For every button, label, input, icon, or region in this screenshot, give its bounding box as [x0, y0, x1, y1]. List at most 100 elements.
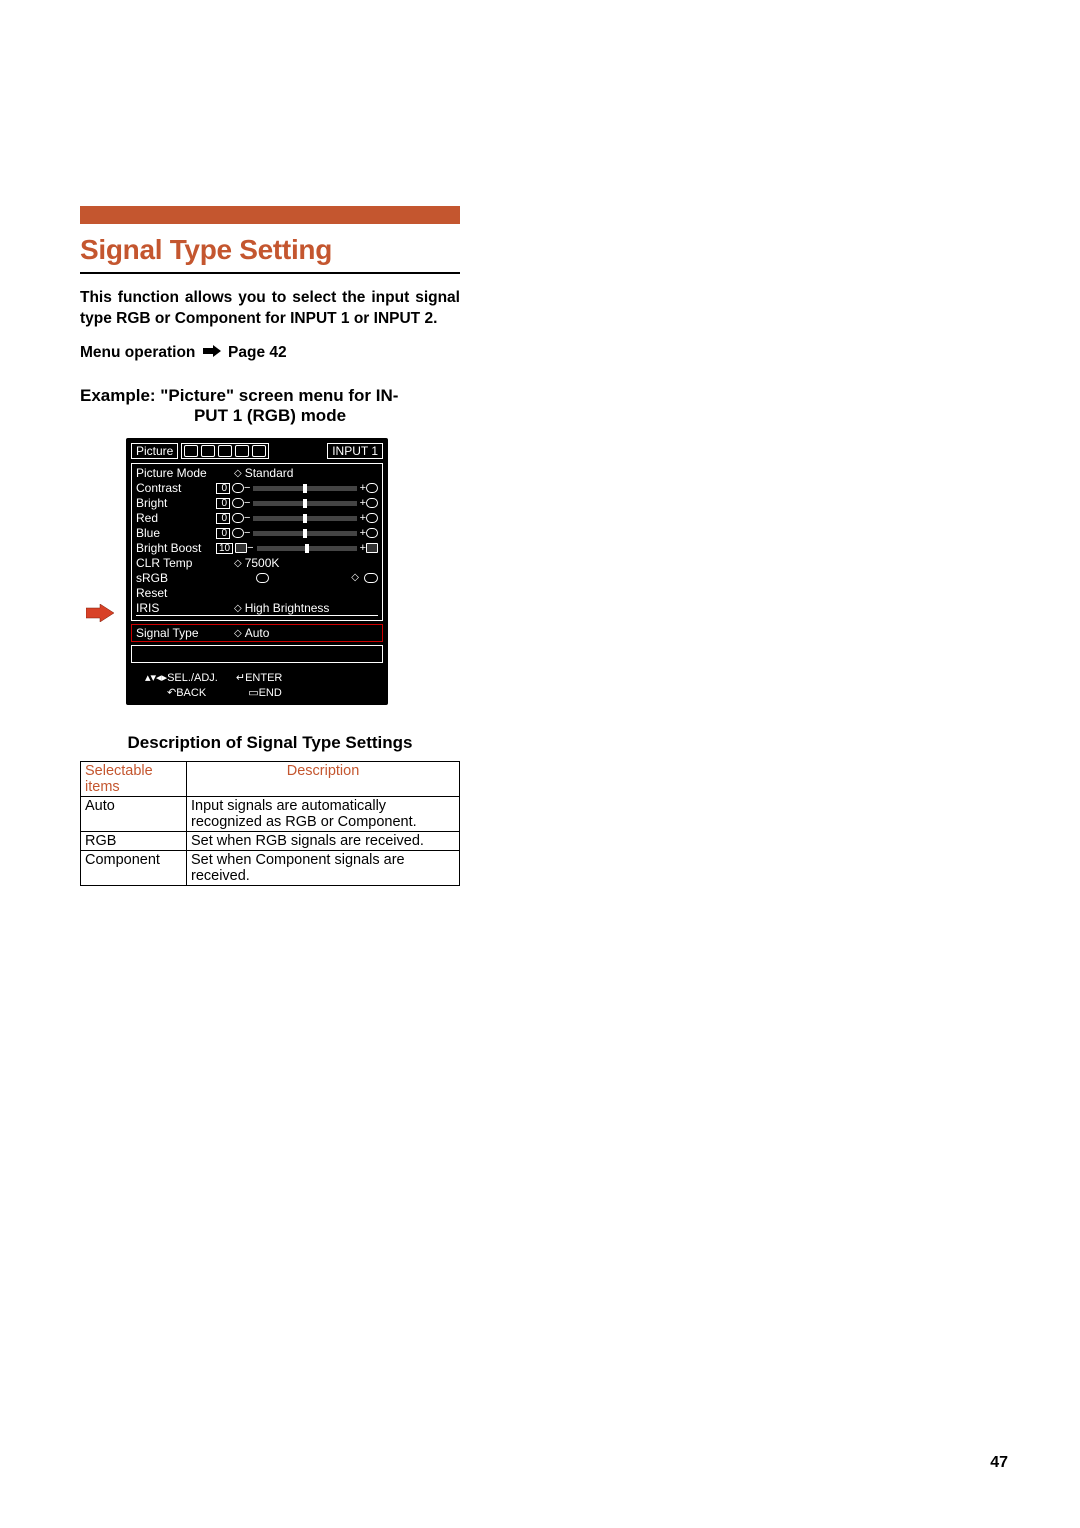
- osd-tab-icon: [201, 445, 215, 457]
- osd-menu: Picture INPUT 1 Picture Mode ◇Standard C…: [126, 438, 388, 705]
- osd-label: Contrast: [136, 481, 216, 495]
- slider: [253, 516, 356, 521]
- back-icon: ↶: [167, 686, 176, 701]
- osd-header: Picture INPUT 1: [131, 443, 383, 459]
- contrast-icon: [366, 483, 378, 493]
- intro-text: This function allows you to select the i…: [80, 288, 460, 330]
- osd-row-blue: Blue 0 − +: [136, 526, 378, 541]
- minus-icon: −: [244, 527, 250, 539]
- osd-label: Bright: [136, 496, 216, 510]
- bright-icon: [232, 498, 244, 508]
- table-row: Auto Input signals are automatically rec…: [81, 796, 460, 831]
- slider: [253, 501, 356, 506]
- osd-tab-icon: [184, 445, 198, 457]
- minus-icon: −: [247, 542, 253, 554]
- table-header-desc: Description: [187, 761, 460, 796]
- osd-value: 0: [216, 528, 230, 539]
- page-content: Signal Type Setting This function allows…: [80, 206, 460, 886]
- example-title-line2: PUT 1 (RGB) mode: [80, 406, 460, 426]
- ctrl-enter: ENTER: [245, 671, 282, 686]
- table-cell-item: Component: [81, 850, 187, 885]
- table-cell-item: Auto: [81, 796, 187, 831]
- osd-tab-icon: [218, 445, 232, 457]
- osd-label: Picture Mode: [136, 466, 216, 480]
- table-cell-desc: Set when RGB signals are received.: [187, 831, 460, 850]
- osd-controls-row: ↶ BACK ▭ END: [131, 686, 383, 701]
- contrast-icon: [232, 483, 244, 493]
- ctrl-back: BACK: [176, 686, 206, 701]
- minus-icon: −: [244, 497, 250, 509]
- toggle-off-icon: [256, 573, 269, 583]
- osd-label: Red: [136, 511, 216, 525]
- osd-controls-row: ▴▾◂▸ SEL./ADJ. ↵ ENTER: [131, 671, 383, 686]
- table-cell-item: RGB: [81, 831, 187, 850]
- osd-row-bright-boost: Bright Boost 10 − +: [136, 541, 378, 556]
- slider: [253, 486, 356, 491]
- osd-tab-picture: Picture: [131, 443, 178, 459]
- osd-tab-icons: [181, 443, 269, 459]
- slider: [253, 531, 356, 536]
- osd-label: Signal Type: [136, 626, 216, 640]
- osd-controls-help: ▴▾◂▸ SEL./ADJ. ↵ ENTER ↶ BACK ▭ END: [131, 671, 383, 701]
- osd-tab-icon: [235, 445, 249, 457]
- section-accent-bar: [80, 206, 460, 224]
- osd-row-clr-temp: CLR Temp ◇7500K: [136, 556, 378, 571]
- osd-row-picture-mode: Picture Mode ◇Standard: [136, 466, 378, 481]
- osd-row-signal-type-highlighted: Signal Type ◇Auto: [131, 624, 383, 642]
- table-cell-desc: Input signals are automatically recogniz…: [187, 796, 460, 831]
- osd-wrap: Picture INPUT 1 Picture Mode ◇Standard C…: [126, 438, 388, 705]
- osd-value: ◇High Brightness: [234, 601, 329, 615]
- table-row: Component Set when Component signals are…: [81, 850, 460, 885]
- menu-operation-prefix: Menu operation: [80, 344, 195, 361]
- osd-input-label: INPUT 1: [327, 443, 383, 459]
- osd-label: sRGB: [136, 571, 216, 585]
- toggle-icon: [364, 573, 378, 583]
- ctrl-sel: SEL./ADJ.: [167, 671, 218, 686]
- title-rule: [80, 272, 460, 274]
- page-number: 47: [990, 1454, 1008, 1472]
- table-header-items: Selectable items: [81, 761, 187, 796]
- ctrl-end: END: [259, 686, 282, 701]
- osd-value: ◇7500K: [234, 556, 279, 570]
- osd-row-contrast: Contrast 0 − +: [136, 481, 378, 496]
- osd-row-iris: IRIS ◇High Brightness: [136, 601, 378, 616]
- red-icon: [232, 513, 244, 523]
- osd-value: 10: [216, 543, 233, 554]
- boost-icon: [235, 543, 247, 553]
- osd-label: Reset: [136, 586, 216, 600]
- osd-value: ◇Auto: [234, 626, 269, 640]
- section-title: Signal Type Setting: [80, 234, 460, 266]
- osd-value: 0: [216, 483, 230, 494]
- osd-row-reset: Reset: [136, 586, 378, 601]
- arrow-right-icon: [203, 344, 221, 362]
- table-cell-desc: Set when Component signals are received.: [187, 850, 460, 885]
- signal-type-table: Selectable items Description Auto Input …: [80, 761, 460, 886]
- osd-row-red: Red 0 − +: [136, 511, 378, 526]
- description-title: Description of Signal Type Settings: [80, 733, 460, 753]
- osd-tab-icon: [252, 445, 266, 457]
- menu-operation-page: Page 42: [228, 344, 287, 361]
- slider: [257, 546, 357, 551]
- blue-icon: [232, 528, 244, 538]
- red-icon: [366, 513, 378, 523]
- osd-label: Bright Boost: [136, 541, 216, 555]
- osd-label: Blue: [136, 526, 216, 540]
- enter-icon: ↵: [236, 671, 245, 686]
- end-icon: ▭: [248, 686, 258, 701]
- minus-icon: −: [244, 512, 250, 524]
- osd-row-bright: Bright 0 − +: [136, 496, 378, 511]
- osd-row-srgb: sRGB ◇: [136, 571, 378, 586]
- osd-empty-row: [131, 645, 383, 663]
- pointer-arrow-icon: [86, 604, 114, 622]
- example-title-line1: Example: "Picture" screen menu for IN-: [80, 386, 398, 405]
- blue-icon: [366, 528, 378, 538]
- osd-value: ◇Standard: [234, 466, 293, 480]
- osd-value: 0: [216, 513, 230, 524]
- table-row: RGB Set when RGB signals are received.: [81, 831, 460, 850]
- osd-value: 0: [216, 498, 230, 509]
- boost-icon: [366, 543, 378, 553]
- example-title: Example: "Picture" screen menu for IN- P…: [80, 386, 460, 426]
- nav-arrows-icon: ▴▾◂▸: [145, 671, 167, 686]
- osd-body: Picture Mode ◇Standard Contrast 0 − + Br…: [131, 463, 383, 621]
- minus-icon: −: [244, 482, 250, 494]
